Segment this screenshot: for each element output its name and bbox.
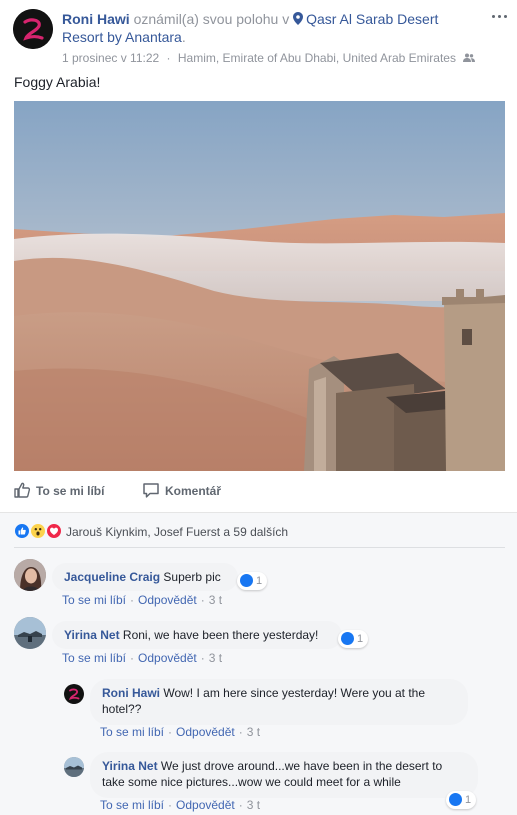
thumbs-up-icon <box>14 482 31 498</box>
comments-section: Jarouš Kiynkim, Josef Fuerst a 59 dalšíc… <box>0 512 517 815</box>
comment-like-link[interactable]: To se mi líbí <box>100 725 164 739</box>
post-actions: To se mi líbí Komentář <box>0 476 517 506</box>
comment-dot: · <box>168 725 173 739</box>
comment-author[interactable]: Jacqueline Craig <box>64 570 160 584</box>
comment-like-link[interactable]: To se mi líbí <box>100 798 164 812</box>
more-dot-icon <box>498 15 501 18</box>
comment-reply-link[interactable]: Odpovědět <box>176 725 235 739</box>
comment-dot: · <box>130 651 135 665</box>
comment-dot: · <box>200 593 205 607</box>
comment-actions: To se mi líbí · Odpovědět · 3 t <box>100 725 260 739</box>
post-text: Foggy Arabia! <box>14 74 101 90</box>
more-dot-icon <box>504 15 507 18</box>
like-reaction-icon <box>240 574 253 587</box>
feed-post: Roni Hawi oznámil(a) svou polohu v Qasr … <box>0 0 517 815</box>
comment-time[interactable]: 3 t <box>209 593 222 607</box>
comment-actions: To se mi líbí · Odpovědět · 3 t <box>100 798 260 812</box>
comment-bubble: Yirina Net Roni, we have been there yest… <box>52 621 342 649</box>
action-text: oznámil(a) svou polohu v <box>133 11 290 27</box>
comment-author[interactable]: Yirina Net <box>102 759 158 773</box>
location-suffix: . <box>181 29 186 45</box>
post-place[interactable]: Hamim, Emirate of Abu Dhabi, United Arab… <box>178 51 456 65</box>
meta-separator: · <box>166 51 171 65</box>
comment-time[interactable]: 3 t <box>247 725 260 739</box>
comment-like-number: 1 <box>465 794 472 806</box>
like-reaction-icon <box>341 632 354 645</box>
divider <box>14 547 505 548</box>
like-button[interactable]: To se mi líbí <box>13 480 104 502</box>
comment-icon <box>143 483 159 498</box>
post-photo[interactable] <box>14 101 505 471</box>
commenter-avatar[interactable] <box>14 559 46 591</box>
comment-text: Superb pic <box>163 570 221 584</box>
like-reaction-icon <box>449 793 462 806</box>
comment-button-label: Komentář <box>165 484 222 498</box>
comment-actions: To se mi líbí · Odpovědět · 3 t <box>62 593 222 607</box>
comment-actions: To se mi líbí · Odpovědět · 3 t <box>62 651 222 665</box>
post-options-button[interactable] <box>490 10 510 24</box>
comment-text: Roni, we have been there yesterday! <box>122 628 319 642</box>
post-meta: 1 prosinec v 11:22 · Hamim, Emirate of A… <box>62 51 476 65</box>
comment-like-number: 1 <box>357 633 364 645</box>
comment-like-number: 1 <box>256 575 263 587</box>
comment-author[interactable]: Roni Hawi <box>102 686 160 700</box>
post-date[interactable]: 1 prosinec v 11:22 <box>62 51 159 65</box>
comment-dot: · <box>238 725 243 739</box>
comment-time[interactable]: 3 t <box>209 651 222 665</box>
comment-like-count[interactable]: 1 <box>446 791 477 809</box>
comment-like-count[interactable]: 1 <box>338 630 369 648</box>
friends-icon[interactable] <box>463 53 476 63</box>
commenter-avatar[interactable] <box>64 684 84 704</box>
commenter-avatar[interactable] <box>14 617 46 649</box>
comment-bubble: Jacqueline Craig Superb pic <box>52 563 238 591</box>
comment-dot: · <box>168 798 173 812</box>
comment-time[interactable]: 3 t <box>247 798 260 812</box>
comment-dot: · <box>130 593 135 607</box>
comment-dot: · <box>200 651 205 665</box>
comment-button[interactable]: Komentář <box>142 480 221 502</box>
comment-bubble: Roni Hawi Wow! I am here since yesterday… <box>90 679 468 725</box>
comment-reply-link[interactable]: Odpovědět <box>138 651 197 665</box>
post-header: Roni Hawi oznámil(a) svou polohu v Qasr … <box>62 10 472 46</box>
more-dot-icon <box>492 15 495 18</box>
comment-like-link[interactable]: To se mi líbí <box>62 593 126 607</box>
like-button-label: To se mi líbí <box>36 484 105 498</box>
commenter-avatar[interactable] <box>64 757 84 777</box>
author-avatar[interactable] <box>13 9 53 49</box>
love-reaction-icon <box>46 523 62 539</box>
reactors-text[interactable]: Jarouš Kiynkim, Josef Fuerst a 59 dalšíc… <box>66 524 288 540</box>
comment-reply-link[interactable]: Odpovědět <box>138 593 197 607</box>
wow-reaction-icon <box>30 523 46 539</box>
location-pin-icon <box>293 12 304 25</box>
like-reaction-icon <box>14 523 30 539</box>
comment-like-count[interactable]: 1 <box>237 572 268 590</box>
author-name[interactable]: Roni Hawi <box>62 11 130 27</box>
comment-reply-link[interactable]: Odpovědět <box>176 798 235 812</box>
comment-like-link[interactable]: To se mi líbí <box>62 651 126 665</box>
comment-bubble: Yirina Net We just drove around...we hav… <box>90 752 478 798</box>
comment-author[interactable]: Yirina Net <box>64 628 120 642</box>
comment-dot: · <box>238 798 243 812</box>
